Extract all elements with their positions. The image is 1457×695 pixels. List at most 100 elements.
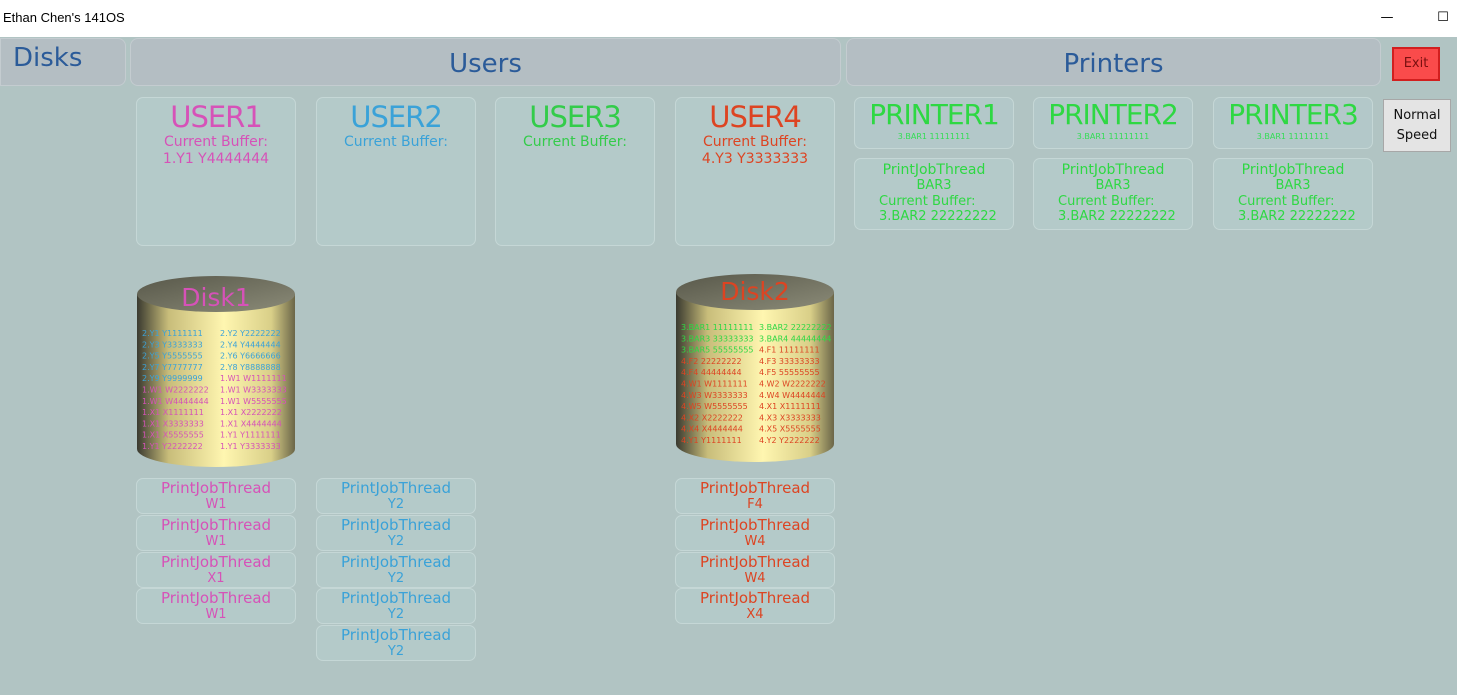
print-job-thread: PrintJobThread Y2 <box>316 478 476 514</box>
disk-entry: 4.W2 W2222222 <box>759 380 826 389</box>
disk-entry: 3.BAR5 55555555 <box>681 346 754 355</box>
print-job-thread: PrintJobThread X1 <box>136 552 296 588</box>
minimize-button[interactable]: — <box>1372 6 1402 30</box>
disk-entry: 4.X4 X4444444 <box>681 425 743 434</box>
print-job-thread: PrintJobThread W1 <box>136 588 296 624</box>
print-job-label: PrintJobThread <box>340 516 452 534</box>
print-job-label: PrintJobThread <box>160 589 272 607</box>
disk-entry: 1.W1 W2222222 <box>142 386 209 395</box>
disk-entry: 2.Y4 Y4444444 <box>220 340 281 349</box>
disk-entry: 4.F5 55555555 <box>759 368 820 377</box>
print-job-thread: PrintJobThread Y2 <box>316 588 476 624</box>
disk-entry: 1.X1 X4444444 <box>220 419 282 428</box>
job-buffer-value: 3.BAR2 22222222 <box>879 209 997 224</box>
buffer-label: Current Buffer: <box>344 134 448 150</box>
print-job-label: PrintJobThread <box>340 589 452 607</box>
buffer-label: Current Buffer: <box>164 134 268 150</box>
print-job-file: W1 <box>205 534 227 549</box>
print-job-file: Y2 <box>387 644 405 659</box>
disk-entry: 4.W5 W5555555 <box>681 402 748 411</box>
print-job-label: PrintJobThread <box>340 553 452 571</box>
disk-entry: 2.Y7 Y7777777 <box>142 363 203 372</box>
printer-job-thread-1: PrintJobThread BAR3 Current Buffer: 3.BA… <box>854 158 1014 230</box>
print-job-label: PrintJobThread <box>699 553 811 571</box>
print-job-thread: PrintJobThread W1 <box>136 478 296 514</box>
print-job-file: W4 <box>744 571 766 586</box>
disk-entry: 1.X1 X5555555 <box>142 431 204 440</box>
disk-entry: 2.Y3 Y3333333 <box>142 340 203 349</box>
print-job-label: PrintJobThread <box>160 516 272 534</box>
disk-entry: 4.X5 X5555555 <box>759 425 821 434</box>
print-job-label: PrintJobThread <box>340 626 452 644</box>
disk-entry: 2.Y2 Y2222222 <box>220 329 281 338</box>
disk-entry: 1.Y1 Y3333333 <box>220 442 281 451</box>
user-name: USER1 <box>170 100 263 134</box>
maximize-button[interactable]: ☐ <box>1428 6 1457 30</box>
printer-line: 3.BAR1 11111111 <box>1256 132 1330 141</box>
window-title: Ethan Chen's 141OS <box>3 10 125 25</box>
disk-entry: 4.W1 W1111111 <box>681 380 748 389</box>
disk-entry: 4.W4 W4444444 <box>759 391 826 400</box>
disk-entry: 2.Y9 Y9999999 <box>142 374 203 383</box>
print-job-file: Y2 <box>387 571 405 586</box>
disk-entry: 4.X1 X1111111 <box>759 402 821 411</box>
disk-entry: 1.Y1 Y1111111 <box>220 431 281 440</box>
user-name: USER2 <box>350 100 443 134</box>
print-job-file: Y2 <box>387 534 405 549</box>
user-card-2: USER2 Current Buffer: <box>316 97 476 246</box>
printer-line: 3.BAR1 11111111 <box>897 132 971 141</box>
print-job-label: PrintJobThread <box>699 516 811 534</box>
printers-header: Printers <box>846 38 1381 86</box>
print-job-label: PrintJobThread <box>160 553 272 571</box>
print-job-thread: PrintJobThread F4 <box>675 478 835 514</box>
user-card-3: USER3 Current Buffer: <box>495 97 655 246</box>
print-job-thread: PrintJobThread X4 <box>675 588 835 624</box>
printer-line: 3.BAR1 11111111 <box>1076 132 1150 141</box>
disk-2-cylinder: Disk2 3.BAR1 11111111 3.BAR2 22222222 3.BA… <box>676 274 834 462</box>
disk-entry: 1.X1 X3333333 <box>142 419 204 428</box>
users-header: Users <box>130 38 841 86</box>
speed-button[interactable]: Normal Speed <box>1383 99 1451 152</box>
job-buffer-value: 3.BAR2 22222222 <box>1058 209 1176 224</box>
disk-name: Disk1 <box>181 283 251 312</box>
printer-job-thread-2: PrintJobThread BAR3 Current Buffer: 3.BA… <box>1033 158 1193 230</box>
print-job-file: W1 <box>205 497 227 512</box>
print-job-label: PrintJobThread <box>699 479 811 497</box>
job-buffer-value: 3.BAR2 22222222 <box>1238 209 1356 224</box>
disk-entry: 2.Y1 Y1111111 <box>142 329 203 338</box>
disk-entry: 1.W1 W3333333 <box>220 386 287 395</box>
disk-entry: 4.F3 33333333 <box>759 357 820 366</box>
printer-name: PRINTER3 <box>1228 98 1359 131</box>
buffer-label: Current Buffer: <box>523 134 627 150</box>
disk-entry: 3.BAR2 22222222 <box>759 323 832 332</box>
disk-entry: 4.F4 44444444 <box>681 368 742 377</box>
disk-entry: 4.W3 W3333333 <box>681 391 748 400</box>
buffer-value: 4.Y3 Y3333333 <box>701 151 809 167</box>
job-buffer-label: Current Buffer: <box>879 194 976 209</box>
disk-entry: 4.Y1 Y1111111 <box>681 436 742 445</box>
disk-entry: 3.BAR4 44444444 <box>759 334 832 343</box>
disks-header: Disks <box>0 38 126 86</box>
disk-entry: 1.W1 W4444444 <box>142 397 209 406</box>
speed-button-line1: Normal <box>1393 108 1441 123</box>
disk-entry: 4.F1 11111111 <box>759 346 820 355</box>
printer-job-thread-3: PrintJobThread BAR3 Current Buffer: 3.BA… <box>1213 158 1373 230</box>
job-file: BAR3 <box>1095 178 1131 193</box>
disk-entry: 1.X1 X1111111 <box>142 408 204 417</box>
disk-entry: 1.W1 W1111111 <box>220 374 287 383</box>
disk-entry: 1.X1 X2222222 <box>220 408 282 417</box>
disk-entry: 2.Y5 Y5555555 <box>142 352 203 361</box>
disk-entry: 3.BAR3 33333333 <box>681 334 754 343</box>
job-file: BAR3 <box>916 178 952 193</box>
job-label: PrintJobThread <box>1061 162 1165 178</box>
buffer-value: 1.Y1 Y4444444 <box>162 151 270 167</box>
disk-entry: 4.X3 X3333333 <box>759 413 821 422</box>
user-name: USER4 <box>709 100 802 134</box>
disk-entry: 2.Y6 Y6666666 <box>220 352 281 361</box>
print-job-file: X1 <box>207 571 225 586</box>
exit-button[interactable]: Exit <box>1392 47 1440 81</box>
disk-entry: 4.Y2 Y2222222 <box>759 436 820 445</box>
print-job-file: W1 <box>205 607 227 622</box>
print-job-file: W4 <box>744 534 766 549</box>
print-job-thread: PrintJobThread W1 <box>136 515 296 551</box>
